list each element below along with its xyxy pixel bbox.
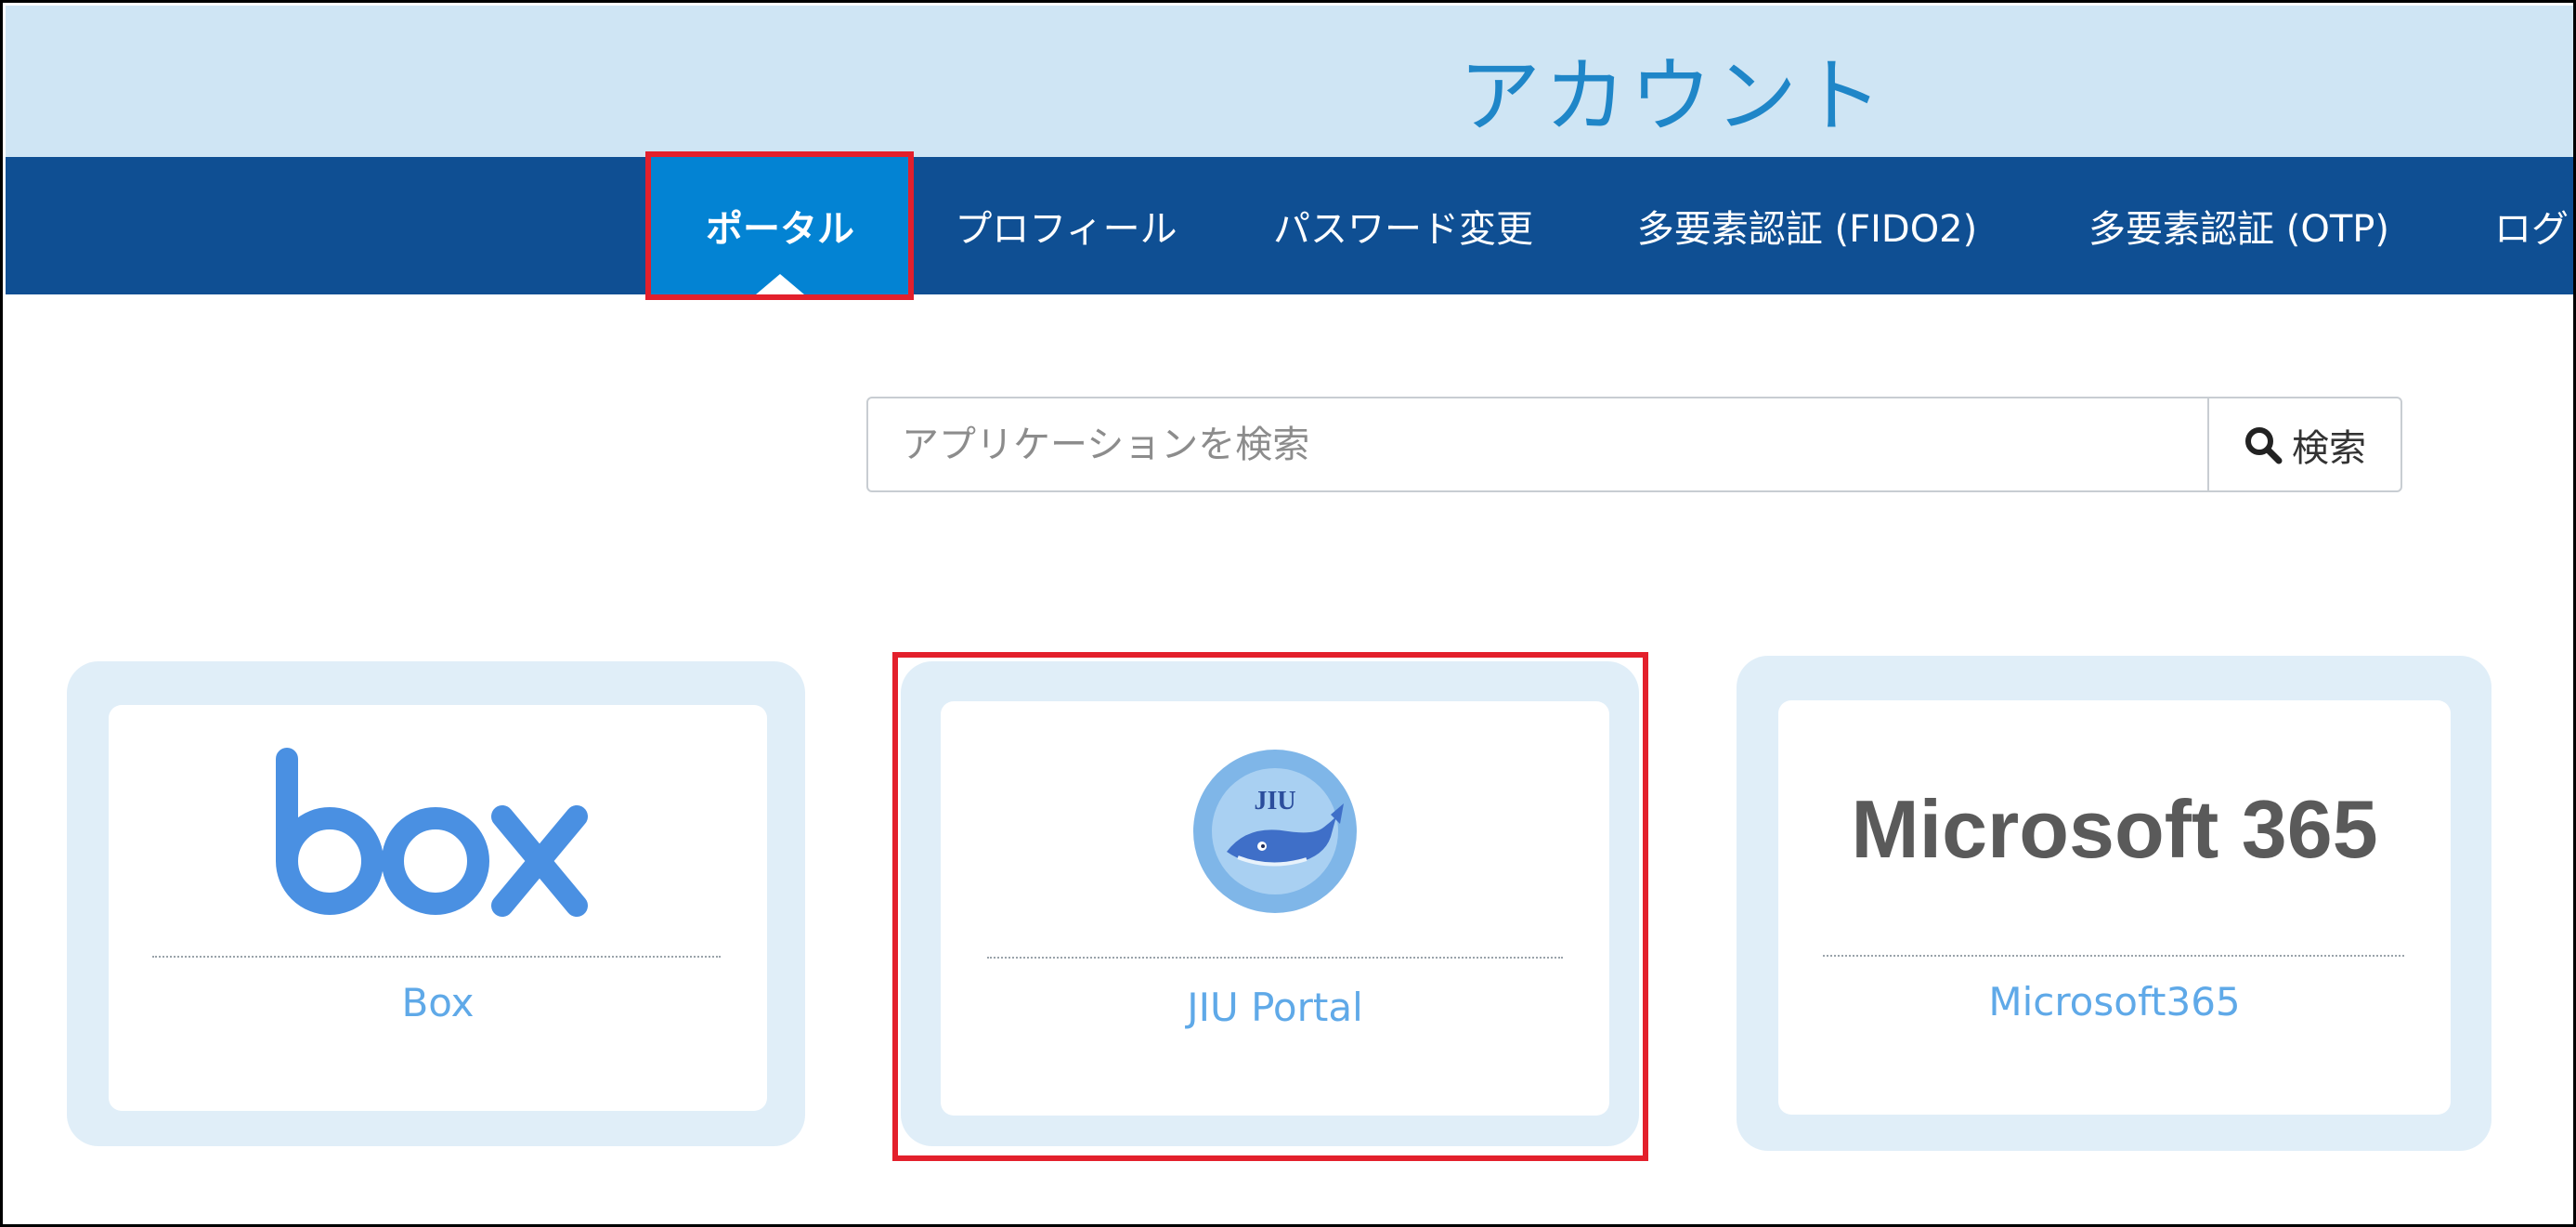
nav-tab-logout-label: ログ <box>2494 208 2569 251</box>
main-nav: ポータル プロフィール パスワード変更 多要素認証 (FIDO2) 多要素認証 … <box>6 157 2573 294</box>
nav-tab-password-change-label: パスワード変更 <box>1273 208 1533 251</box>
nav-tab-mfa-otp-label: 多要素認証 (OTP) <box>2088 208 2389 251</box>
highlight-box-jiu-portal <box>892 652 1648 1161</box>
search-icon <box>2245 426 2283 463</box>
header-band <box>6 6 2573 157</box>
search-button[interactable]: 検索 <box>2207 398 2400 490</box>
app-tile-microsoft365[interactable]: Microsoft 365 Microsoft365 <box>1737 656 2491 1151</box>
nav-tab-profile[interactable]: プロフィール <box>910 157 1222 294</box>
highlight-box-portal-tab <box>645 151 914 300</box>
nav-tab-mfa-fido2[interactable]: 多要素認証 (FIDO2) <box>1584 157 2030 294</box>
nav-tab-mfa-fido2-label: 多要素認証 (FIDO2) <box>1636 208 1978 251</box>
page-title: アカウント <box>1459 48 1887 144</box>
app-card-box[interactable]: Box <box>109 705 767 1111</box>
nav-tab-mfa-otp[interactable]: 多要素認証 (OTP) <box>2030 157 2448 294</box>
card-divider <box>152 956 721 958</box>
nav-tab-logout[interactable]: ログ <box>2448 157 2573 294</box>
app-card-microsoft365[interactable]: Microsoft 365 Microsoft365 <box>1778 700 2451 1115</box>
app-label-box[interactable]: Box <box>109 980 767 1025</box>
microsoft365-logo: Microsoft 365 <box>1851 783 2378 875</box>
app-search-input[interactable] <box>868 398 2207 490</box>
search-button-label: 検索 <box>2292 427 2366 469</box>
card-divider <box>1823 955 2404 957</box>
box-logo-icon <box>276 748 588 917</box>
app-search-group: 検索 <box>866 397 2402 492</box>
app-tile-box[interactable]: Box <box>67 661 805 1146</box>
nav-tab-password-change[interactable]: パスワード変更 <box>1222 157 1584 294</box>
nav-tab-profile-label: プロフィール <box>955 208 1177 251</box>
browser-frame: アカウント ポータル プロフィール パスワード変更 多要素認証 (FIDO2) … <box>0 0 2576 1227</box>
app-label-microsoft365[interactable]: Microsoft365 <box>1778 979 2451 1025</box>
